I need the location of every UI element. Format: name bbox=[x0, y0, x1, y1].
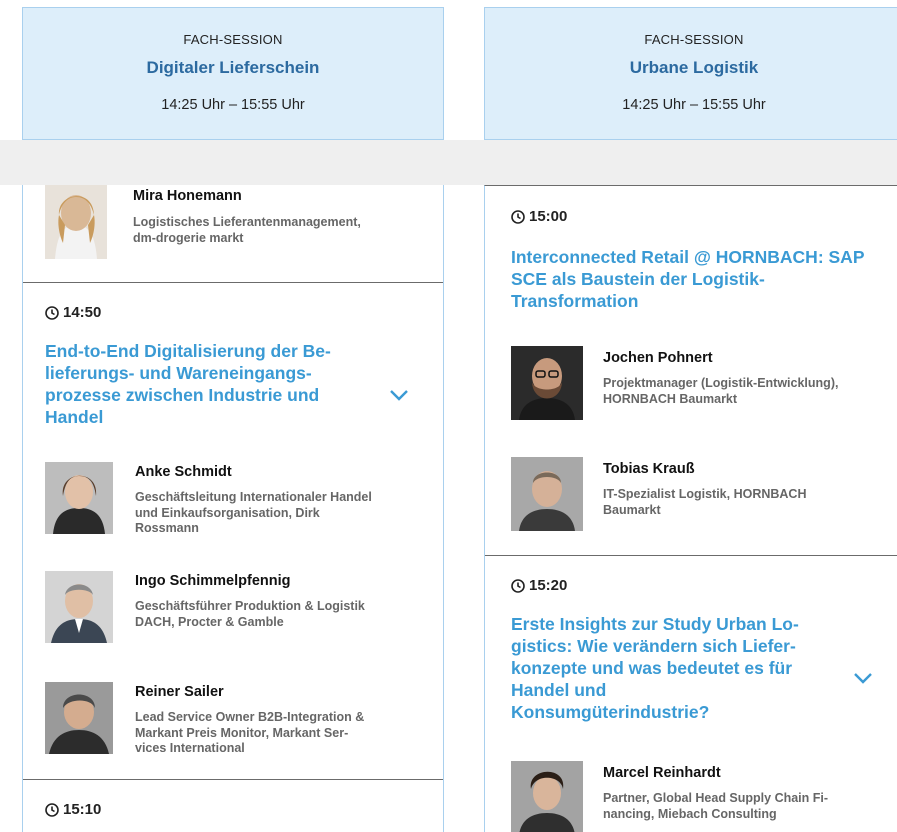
session-header: FACH-SESSION Urbane Logistik 14:25 Uhr –… bbox=[484, 7, 897, 140]
speaker-role: Logistisches Lieferantenmanagement, dm-d… bbox=[133, 215, 361, 245]
speaker-name: Jochen Pohnert bbox=[603, 350, 713, 366]
session-kind-label: FACH-SESSION bbox=[183, 32, 283, 47]
session-time: 14:25 Uhr – 15:55 Uhr bbox=[161, 97, 305, 113]
talk-time: 15:20 bbox=[511, 577, 567, 594]
speaker-photo bbox=[511, 346, 583, 420]
session-title: Digitaler Lieferschein bbox=[146, 58, 320, 77]
speaker-card: Tobias Krauß IT-Spezialist Logistik, HOR… bbox=[511, 457, 896, 537]
speaker-card: Mira Honemann Logistisches Lieferantenma… bbox=[45, 185, 425, 275]
speaker-photo bbox=[511, 457, 583, 531]
speaker-photo bbox=[45, 185, 107, 259]
chevron-down-icon[interactable] bbox=[389, 388, 409, 402]
session-column-right: FACH-SESSION Urbane Logistik 14:25 Uhr –… bbox=[466, 0, 897, 832]
session-time: 14:25 Uhr – 15:55 Uhr bbox=[622, 97, 766, 113]
speaker-card: Ingo Schimmelpfennig Geschäftsführer Pro… bbox=[45, 571, 425, 651]
clock-icon bbox=[45, 305, 59, 320]
talk-time: 15:10 bbox=[45, 801, 101, 818]
session-program-panel: Mira Honemann Logistisches Lieferantenma… bbox=[22, 185, 444, 832]
speaker-card: Jochen Pohnert Projektmanager (Logistik-… bbox=[511, 346, 896, 426]
talk-title[interactable]: Interconnected Retail @ HORNBACH: SAP SC… bbox=[511, 246, 897, 312]
speaker-role: Geschäftsleitung Internationaler Handel … bbox=[135, 490, 372, 535]
speaker-name: Anke Schmidt bbox=[135, 464, 232, 480]
speaker-photo bbox=[45, 682, 113, 754]
speaker-name: Tobias Krauß bbox=[603, 461, 695, 477]
talk-divider bbox=[23, 779, 443, 780]
session-program-panel: 15:00 Interconnected Retail @ HORNBACH: … bbox=[484, 185, 897, 832]
talk-time: 14:50 bbox=[45, 304, 101, 321]
speaker-role: IT-Spezialist Logistik, HORNBACH Baumark… bbox=[603, 487, 807, 517]
column-divider bbox=[446, 0, 466, 140]
speaker-role: Partner, Global Head Supply Chain Fi- na… bbox=[603, 791, 829, 821]
speaker-photo bbox=[511, 761, 583, 832]
talk-title[interactable]: Erste Insights zur Study Urban Lo- gisti… bbox=[511, 613, 831, 723]
speaker-card: Reiner Sailer Lead Service Owner B2B-Int… bbox=[45, 682, 425, 772]
chevron-down-icon[interactable] bbox=[853, 671, 873, 685]
talk-time: 15:00 bbox=[511, 208, 567, 225]
clock-icon bbox=[511, 209, 525, 224]
speaker-name: Mira Honemann bbox=[133, 188, 242, 204]
session-title: Urbane Logistik bbox=[629, 58, 759, 77]
talk-divider bbox=[23, 282, 443, 283]
session-header: FACH-SESSION Digitaler Lieferschein 14:2… bbox=[22, 7, 444, 140]
speaker-role: Geschäftsführer Produktion & Logistik DA… bbox=[135, 599, 365, 629]
clock-icon bbox=[511, 578, 525, 593]
speaker-card: Anke Schmidt Geschäftsleitung Internatio… bbox=[45, 462, 425, 552]
speaker-name: Reiner Sailer bbox=[135, 684, 224, 700]
session-column-left: FACH-SESSION Digitaler Lieferschein 14:2… bbox=[0, 0, 446, 832]
speaker-role: Lead Service Owner B2B-Integration & Mar… bbox=[135, 710, 365, 755]
session-kind-label: FACH-SESSION bbox=[644, 32, 744, 47]
speaker-role: Projektmanager (Logistik-Entwicklung), H… bbox=[603, 376, 839, 406]
talk-divider bbox=[485, 555, 897, 556]
speaker-photo bbox=[45, 571, 113, 643]
clock-icon bbox=[45, 802, 59, 817]
talk-title[interactable]: End-to-End Digitalisierung der Be- liefe… bbox=[45, 340, 375, 428]
speaker-name: Marcel Reinhardt bbox=[603, 765, 721, 781]
speaker-name: Ingo Schimmelpfennig bbox=[135, 573, 291, 589]
speaker-card: Marcel Reinhardt Partner, Global Head Su… bbox=[511, 761, 896, 832]
speaker-photo bbox=[45, 462, 113, 534]
